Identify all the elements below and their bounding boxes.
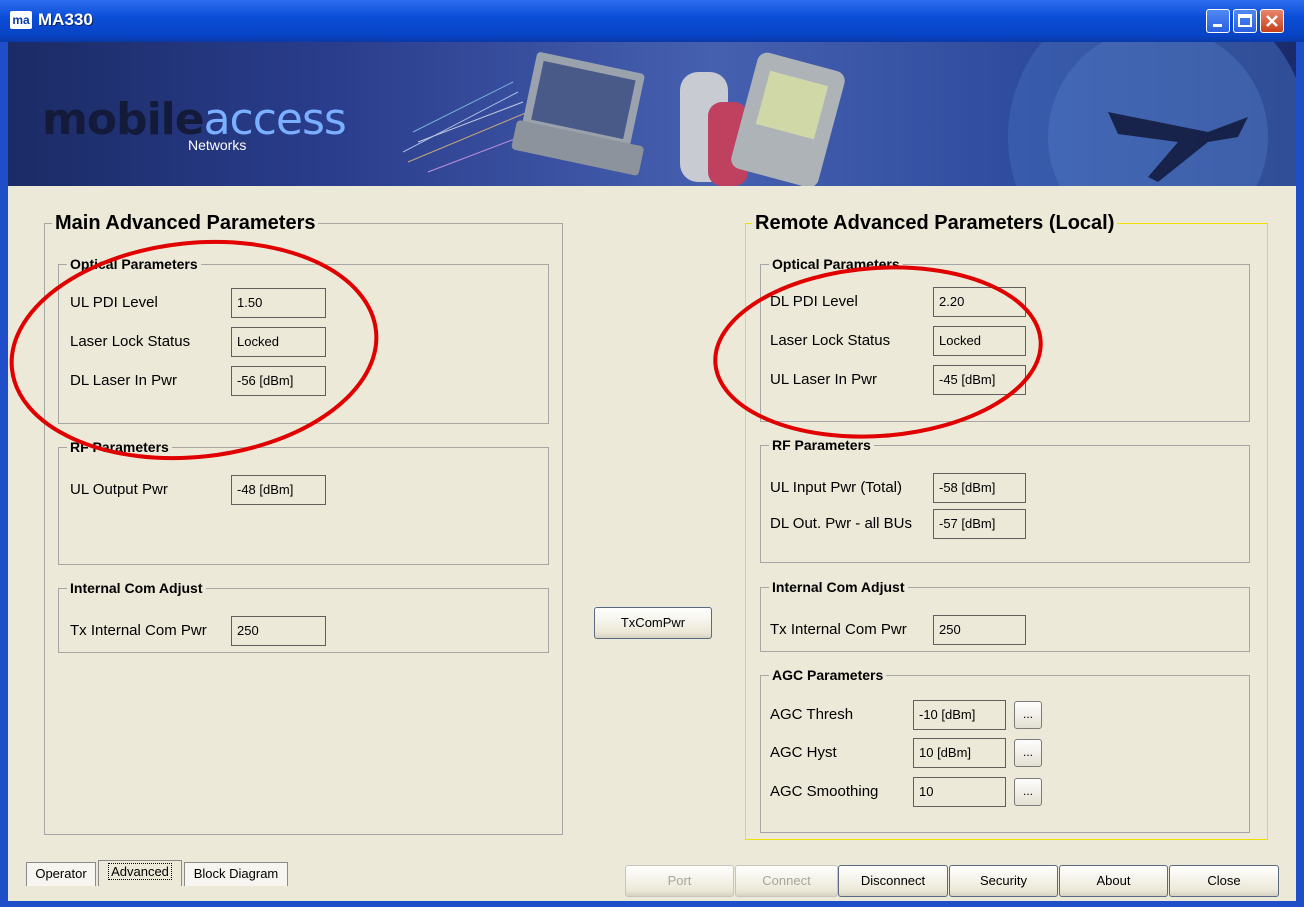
remote-com-label-0: Tx Internal Com Pwr <box>770 621 907 638</box>
port-button[interactable]: Port <box>625 865 734 897</box>
remote-rf-title: RF Parameters <box>769 437 874 453</box>
remote-agc-title: AGC Parameters <box>769 667 887 683</box>
remote-optical-title: Optical Parameters <box>769 256 903 272</box>
main-rf-title: RF Parameters <box>67 439 172 455</box>
tab-advanced[interactable]: Advanced <box>98 860 182 886</box>
window-title: MA330 <box>38 10 93 29</box>
main-tx-internal-com-pwr-field: 250 <box>231 616 326 646</box>
remote-ul-input-pwr-field: -58 [dBm] <box>933 473 1026 503</box>
main-rf-label-0: UL Output Pwr <box>70 481 168 498</box>
agc-smoothing-edit-button[interactable]: ... <box>1014 778 1042 806</box>
remote-com-title: Internal Com Adjust <box>769 579 908 595</box>
agc-smoothing-field[interactable]: 10 <box>913 777 1006 807</box>
main-optical-label-2: DL Laser In Pwr <box>70 372 177 389</box>
main-ul-output-pwr-field: -48 [dBm] <box>231 475 326 505</box>
main-optical-label-0: UL PDI Level <box>70 294 158 311</box>
main-ul-pdi-level-field: 1.50 <box>231 288 326 318</box>
minimize-icon <box>1213 24 1222 27</box>
remote-rf-label-0: UL Input Pwr (Total) <box>770 479 902 496</box>
main-laser-lock-status-field: Locked <box>231 327 326 357</box>
maximize-icon <box>1238 14 1252 27</box>
tab-block-diagram[interactable]: Block Diagram <box>184 862 288 886</box>
remote-rf-group: RF Parameters <box>760 437 1250 563</box>
remote-tx-internal-com-pwr-field: 250 <box>933 615 1026 645</box>
app-window: ma MA330 mobileaccess Networks Main Adva… <box>0 0 1304 907</box>
tab-operator[interactable]: Operator <box>26 862 96 886</box>
brand-banner: mobileaccess Networks <box>8 42 1296 186</box>
main-optical-label-1: Laser Lock Status <box>70 333 191 350</box>
remote-agc-label-2: AGC Smoothing <box>770 783 879 800</box>
remote-advanced-title: Remote Advanced Parameters (Local) <box>752 212 1118 235</box>
tab-advanced-label: Advanced <box>108 863 172 880</box>
close-icon <box>1266 15 1278 27</box>
agc-hyst-edit-button[interactable]: ... <box>1014 739 1042 767</box>
remote-laser-lock-status-field: Locked <box>933 326 1026 356</box>
logo-subtitle: Networks <box>188 137 247 153</box>
minimize-button[interactable] <box>1206 9 1230 33</box>
main-advanced-title: Main Advanced Parameters <box>52 212 319 235</box>
remote-dl-out-pwr-field: -57 [dBm] <box>933 509 1026 539</box>
remote-agc-label-1: AGC Hyst <box>770 744 837 761</box>
close-window-button[interactable] <box>1260 9 1284 33</box>
agc-thresh-field[interactable]: -10 [dBm] <box>913 700 1006 730</box>
disconnect-button[interactable]: Disconnect <box>838 865 948 897</box>
app-logo-icon: ma <box>10 11 32 29</box>
main-com-title: Internal Com Adjust <box>67 580 206 596</box>
main-optical-title: Optical Parameters <box>67 256 201 272</box>
logo-main-text: mobile <box>42 94 205 145</box>
txcompwr-button[interactable]: TxComPwr <box>594 607 712 639</box>
main-dl-laser-in-pwr-field: -56 [dBm] <box>231 366 326 396</box>
remote-optical-label-1: Laser Lock Status <box>770 332 891 349</box>
remote-optical-label-2: UL Laser In Pwr <box>770 371 877 388</box>
remote-optical-label-0: DL PDI Level <box>770 293 858 310</box>
title-bar[interactable]: ma MA330 <box>0 0 1304 42</box>
close-button[interactable]: Close <box>1169 865 1279 897</box>
remote-agc-label-0: AGC Thresh <box>770 706 854 723</box>
remote-dl-pdi-level-field: 2.20 <box>933 287 1026 317</box>
security-button[interactable]: Security <box>949 865 1058 897</box>
client-area: mobileaccess Networks Main Advanced Para… <box>8 42 1296 901</box>
main-com-label-0: Tx Internal Com Pwr <box>70 622 207 639</box>
about-button[interactable]: About <box>1059 865 1168 897</box>
remote-ul-laser-in-pwr-field: -45 [dBm] <box>933 365 1026 395</box>
connect-button[interactable]: Connect <box>735 865 838 897</box>
agc-thresh-edit-button[interactable]: ... <box>1014 701 1042 729</box>
main-rf-group: RF Parameters <box>58 439 549 565</box>
agc-hyst-field[interactable]: 10 [dBm] <box>913 738 1006 768</box>
remote-rf-label-1: DL Out. Pwr - all BUs <box>770 515 912 532</box>
maximize-button[interactable] <box>1233 9 1257 33</box>
